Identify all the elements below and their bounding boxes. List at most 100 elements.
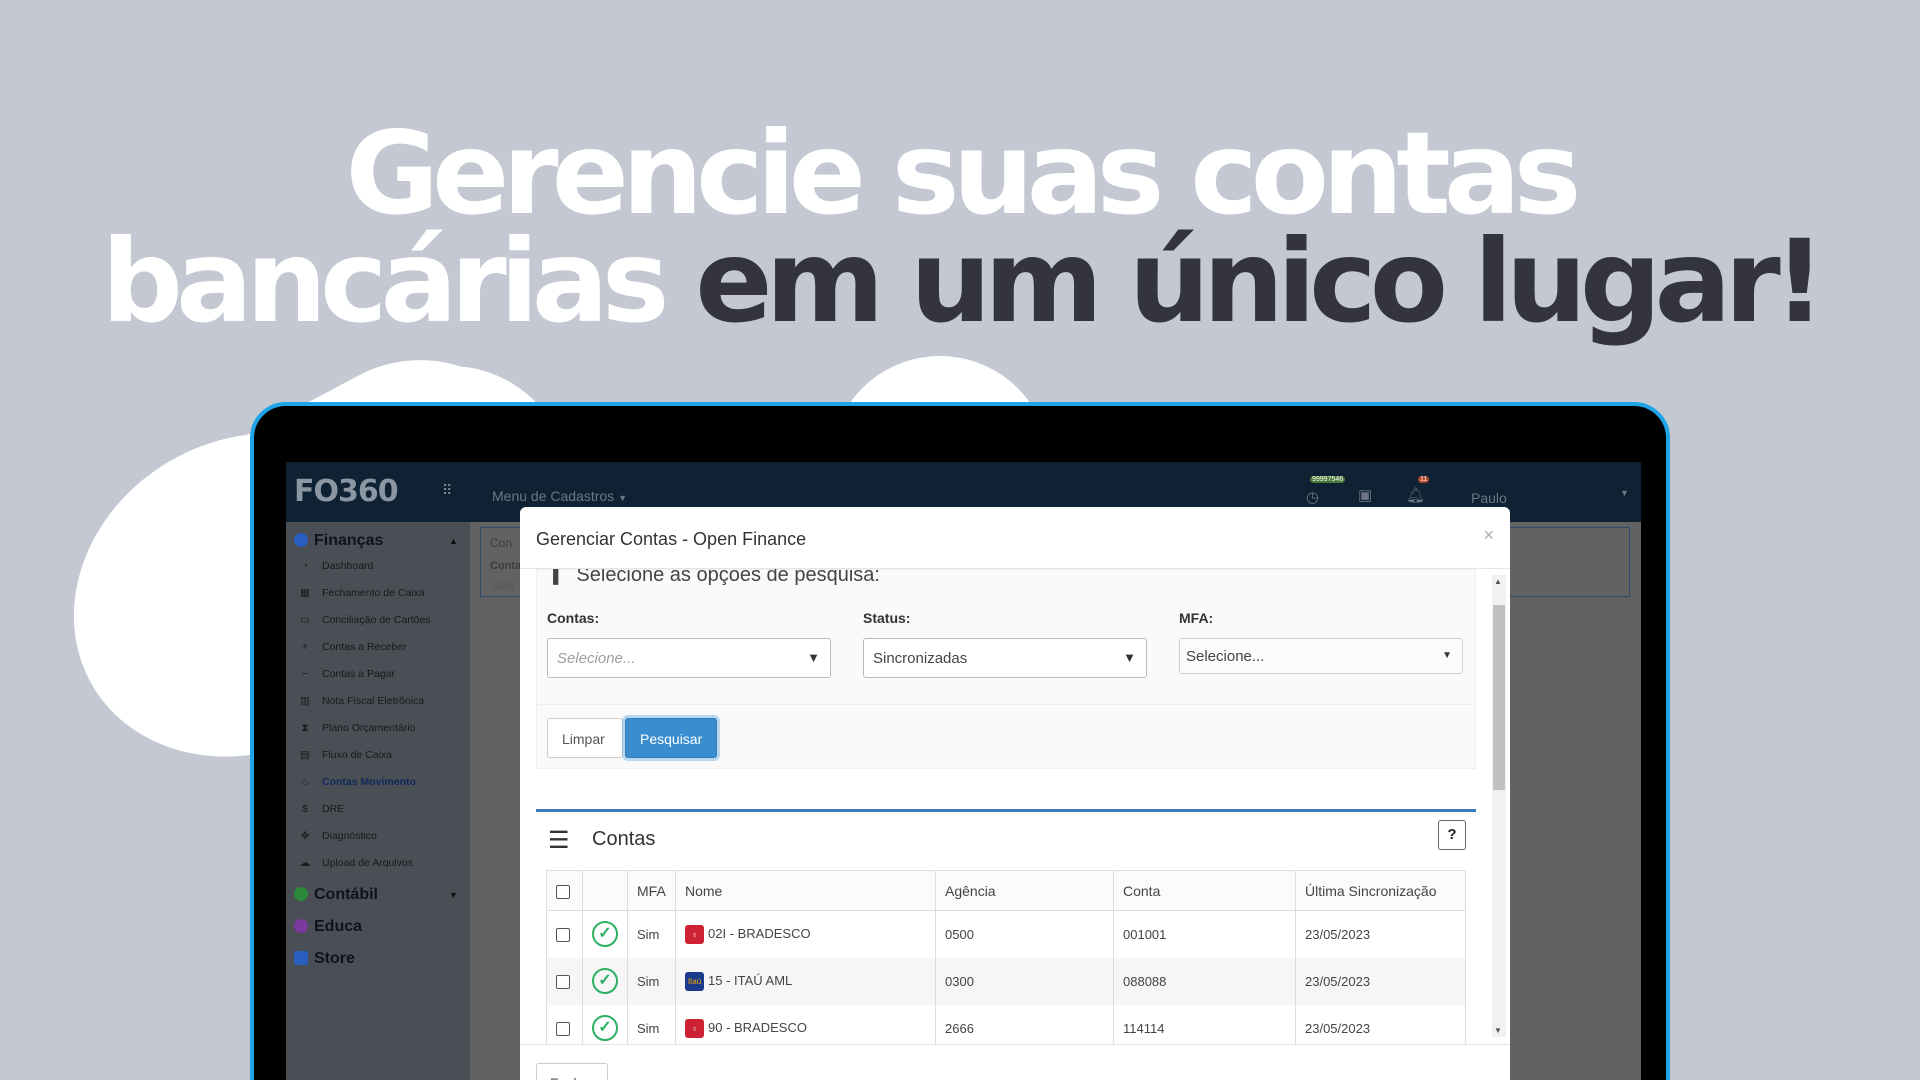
select-all-checkbox[interactable] [556,884,570,899]
caret-down-icon: ▼ [1442,650,1452,661]
sidebar-item-label: Plano Orçamentário [322,722,416,734]
nome-cell: Itaú 15 - ITAÚ AML [675,957,936,1005]
sidebar-item-dashboard[interactable]: ◔ Dashboard [298,560,374,572]
handshake-icon: ✥ [300,830,310,842]
sidebar-section-educa[interactable]: Educa [294,918,362,936]
collapse-icon[interactable]: ▲ [449,536,458,546]
table-row[interactable]: ✓ Sim ♁ 02I - BRADESCO 0500 001001 23/05/… [546,910,1466,958]
mfa-cell: Sim [627,957,676,1005]
list-icon: ☰ [548,827,570,854]
modal-title: Gerenciar Contas - Open Finance [536,529,807,549]
search-button[interactable]: Pesquisar [625,718,717,758]
headline-line-1: Gerencie suas contas [345,107,1581,240]
sidebar-item-fechamento-caixa[interactable]: ▦ Fechamento de Caixa [298,587,425,599]
bank-icon: ⌂ [301,776,309,788]
sidebar-item-conciliacao-cartoes[interactable]: ▭ Conciliação de Cartões [298,614,431,626]
table-header-row: MFA Nome Agência Conta Última Sincroniza… [546,870,1466,911]
divider [537,704,1475,705]
mfa-value: Selecione... [1186,648,1265,665]
sidebar-item-diagnostico[interactable]: ✥ Diagnóstico [298,830,377,842]
clear-button[interactable]: Limpar [547,718,623,758]
sidebar-item-upload-arquivos[interactable]: ☁ Upload de Arquivos [298,857,413,869]
sidebar-section-store[interactable]: Store [294,950,355,968]
sidebar-item-contas-pagar[interactable]: − Contas a Pagar [298,668,395,680]
user-caret-icon[interactable]: ▼ [1620,488,1629,498]
close-button[interactable]: Fechar [536,1063,608,1080]
calendar-icon: ▦ [300,587,310,599]
status-column-header [582,870,628,911]
user-menu[interactable]: Paulo [1471,490,1507,506]
sidebar-item-label: Contas a Pagar [322,668,395,680]
modal-scrollbar[interactable]: ▲ ▼ [1492,575,1506,1037]
help-button[interactable]: ? [1438,820,1466,850]
pin-icon: ❚ [549,569,563,585]
bank-name: 15 - ITAÚ AML [708,972,793,988]
contas-select[interactable]: Selecione... ▼ [547,638,831,678]
column-header-mfa[interactable]: MFA [627,870,676,911]
row-checkbox[interactable] [556,974,570,989]
sync-date-cell: 23/05/2023 [1295,1004,1466,1044]
menu-cadastros-dropdown[interactable]: Menu de Cadastros ▼ [492,488,627,504]
sidebar-item-contas-movimento[interactable]: ⌂ Contas Movimento [298,776,416,788]
agencia-cell: 2666 [935,1004,1114,1044]
row-checkbox[interactable] [556,928,570,943]
mfa-cell: Sim [627,1004,676,1044]
sidebar-item-nota-fiscal[interactable]: ▥ Nota Fiscal Eletrônica [298,695,424,707]
app-logo[interactable]: FO360 [294,474,399,509]
table-row[interactable]: ✓ Sim ♁ 90 - BRADESCO 2666 114114 23/05/2… [546,1004,1466,1044]
modal-body: ❚ Selecione as opções de pesquisa: Contas… [520,569,1490,1044]
caret-down-icon: ▼ [1123,650,1136,665]
scroll-thumb[interactable] [1493,605,1505,790]
close-icon[interactable]: × [1483,525,1494,546]
column-header-conta[interactable]: Conta [1113,870,1296,911]
video-icon[interactable]: ▣ [1358,486,1372,504]
row-checkbox[interactable] [556,1021,570,1036]
search-heading: ❚ Selecione as opções de pesquisa: [549,569,880,587]
sidebar-item-contas-receber[interactable]: + Contas a Receber [298,641,407,653]
clock-icon[interactable]: ◷ [1306,488,1319,506]
headline-light-word: bancárias [101,215,669,348]
conta-cell: 001001 [1113,910,1296,958]
column-header-agencia[interactable]: Agência [935,870,1114,911]
sidebar-item-label: Diagnóstico [322,830,377,842]
row-select-cell [546,957,583,1005]
sidebar-item-fluxo-caixa[interactable]: ▤ Fluxo de Caixa [298,749,392,761]
row-select-cell [546,910,583,958]
status-select[interactable]: Sincronizadas ▼ [863,638,1147,678]
sidebar-section-financas[interactable]: Finanças [294,532,383,550]
barcode-icon: ▥ [300,695,310,707]
column-header-nome[interactable]: Nome [675,870,936,911]
sync-status-cell: ✓ [582,1004,628,1044]
conta-cell: 114114 [1113,1004,1296,1044]
sidebar-item-label: DRE [322,803,345,815]
sidebar-item-dre[interactable]: $ DRE [298,803,344,815]
bell-icon[interactable]: 🔔︎ [1406,486,1425,504]
table-row[interactable]: ✓ Sim Itaú 15 - ITAÚ AML 0300 088088 23/0… [546,957,1466,1005]
grid-menu-icon[interactable]: ⠿ [442,482,456,500]
bradesco-logo-icon: ♁ [685,1018,704,1038]
caret-down-icon: ▼ [618,493,627,503]
sidebar-item-label: Conciliação de Cartões [322,614,431,626]
expand-icon[interactable]: ▼ [449,890,458,900]
agencia-cell: 0300 [935,957,1114,1005]
sidebar-item-label: Contas Movimento [322,776,416,788]
status-value: Sincronizadas [873,650,968,667]
scroll-up-icon[interactable]: ▲ [1494,577,1502,586]
accounts-panel: ☰ Contas ? MFA Nome Agência Conta Última… [536,809,1476,1044]
section-label: Store [314,950,355,967]
sidebar-item-plano-orcamentario[interactable]: ⧗ Plano Orçamentário [298,722,415,735]
column-header-ultima-sincronizacao[interactable]: Última Sincronização [1295,870,1466,911]
sync-status-cell: ✓ [582,910,628,958]
dollar-icon: $ [302,803,308,815]
mfa-select[interactable]: Selecione... ▼ [1179,638,1463,674]
nome-cell: ♁ 02I - BRADESCO [675,910,936,958]
sidebar-section-contabil[interactable]: Contábil [294,886,378,904]
headline-line-2: bancárias em um único lugar! [0,225,1920,339]
sync-date-cell: 23/05/2023 [1295,910,1466,958]
modal-footer: Fechar [520,1044,1510,1080]
headline: Gerencie suas contas bancárias em um úni… [0,107,1920,339]
scroll-down-icon[interactable]: ▼ [1494,1026,1502,1035]
headline-dark-phrase: em um único lugar! [695,215,1825,348]
sidebar-item-label: Upload de Arquivos [322,857,414,869]
mfa-label: MFA: [1179,610,1214,626]
